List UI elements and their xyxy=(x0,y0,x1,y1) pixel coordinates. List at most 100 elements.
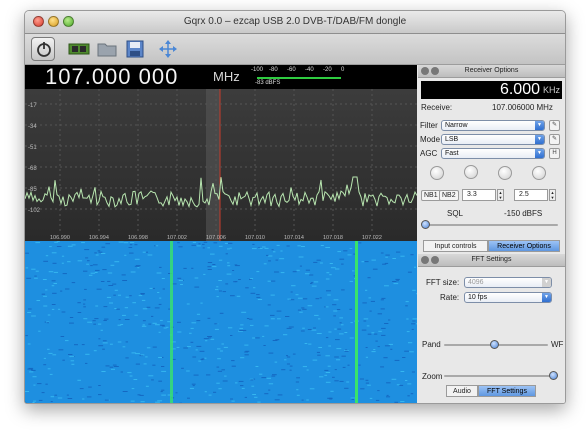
waterfall-speckle xyxy=(62,359,65,361)
waterfall-speckle xyxy=(257,401,261,403)
spectrum-trace xyxy=(25,176,417,209)
save-icon xyxy=(126,40,144,58)
waterfall-speckle xyxy=(313,261,318,263)
waterfall-speckle xyxy=(347,364,350,366)
close-dock-icon[interactable] xyxy=(421,256,429,264)
waterfall-speckle xyxy=(51,280,56,282)
waterfall-speckle xyxy=(69,317,74,318)
tab-fft-settings[interactable]: FFT Settings xyxy=(478,385,536,397)
float-dock-icon[interactable] xyxy=(431,67,439,75)
waterfall-speckle xyxy=(358,242,362,244)
waterfall-speckle xyxy=(328,345,331,347)
waterfall-speckle xyxy=(52,262,57,264)
waterfall-speckle xyxy=(295,381,300,383)
nb2-toggle[interactable]: NB2 xyxy=(439,190,459,201)
waterfall-speckle xyxy=(350,322,353,324)
waterfall-speckle xyxy=(56,241,60,243)
waterfall-speckle xyxy=(158,357,163,358)
waterfall-speckle xyxy=(46,322,50,324)
waterfall-speckle xyxy=(57,397,63,399)
waterfall-speckle xyxy=(158,303,162,305)
title-bar[interactable]: Gqrx 0.0 – ezcap USB 2.0 DVB-T/DAB/FM do… xyxy=(25,11,565,34)
waterfall-speckle xyxy=(277,318,281,320)
waterfall-speckle xyxy=(83,270,88,272)
fft-size-select[interactable]: 4096 ▼ xyxy=(464,277,552,288)
nb1-threshold-stepper[interactable]: ▲ ▼ xyxy=(497,189,504,201)
fullscreen-button[interactable] xyxy=(156,37,180,61)
open-button[interactable] xyxy=(95,37,119,61)
sql-slider-track[interactable] xyxy=(424,224,558,226)
filter-select[interactable]: Narrow ▼ xyxy=(441,120,545,131)
waterfall-speckle xyxy=(385,254,390,256)
waterfall-speckle xyxy=(218,280,222,281)
waterfall-speckle xyxy=(268,352,274,354)
tab-audio[interactable]: Audio xyxy=(446,385,478,397)
waterfall-speckle xyxy=(180,284,183,285)
pand-wf-slider-thumb[interactable] xyxy=(490,340,499,349)
waterfall-speckle xyxy=(377,390,380,392)
tab-receiver-options[interactable]: Receiver Options xyxy=(488,240,560,252)
agc-gain-knob[interactable] xyxy=(532,166,546,180)
filter-width-display[interactable]: 6.000 KHz xyxy=(421,81,562,99)
nb1-toggle[interactable]: NB1 xyxy=(421,190,441,201)
zoom-slider-track[interactable] xyxy=(444,375,558,377)
waterfall-speckle xyxy=(178,246,183,248)
filter-options-button[interactable]: ✎ xyxy=(549,120,560,131)
filter-passband[interactable] xyxy=(206,89,220,241)
waterfall-speckle xyxy=(85,257,89,259)
waterfall-speckle xyxy=(309,388,315,390)
waterfall-speckle xyxy=(334,356,339,358)
save-button[interactable] xyxy=(123,37,147,61)
waterfall-speckle xyxy=(68,354,73,355)
mode-select[interactable]: LSB ▼ xyxy=(441,134,545,145)
fft-settings-header: FFT Settings xyxy=(418,254,565,267)
waterfall-speckle xyxy=(327,294,331,296)
device-config-button[interactable] xyxy=(67,37,91,61)
nb2-threshold-stepper[interactable]: ▲ ▼ xyxy=(549,189,556,201)
waterfall-speckle xyxy=(289,369,292,371)
close-dock-icon[interactable] xyxy=(421,67,429,75)
tab-input-controls[interactable]: Input controls xyxy=(423,240,488,252)
waterfall-speckle xyxy=(373,349,376,350)
waterfall-speckle xyxy=(135,363,140,365)
power-button[interactable] xyxy=(31,37,55,61)
waterfall-speckle xyxy=(273,251,276,253)
waterfall-speckle xyxy=(67,398,73,399)
waterfall-speckle xyxy=(286,363,291,365)
waterfall-speckle xyxy=(302,308,307,310)
spectrum-plot[interactable]: -17-34-51-68-85-102 106.990 106.994 106.99… xyxy=(25,89,417,241)
sql-slider-thumb[interactable] xyxy=(421,220,430,229)
agc-hang-button[interactable]: H xyxy=(549,148,560,159)
frequency-readout[interactable]: 107.000 000 xyxy=(45,65,178,89)
waterfall-speckle xyxy=(302,366,308,368)
waterfall-speckle xyxy=(43,260,49,262)
waterfall-speckle xyxy=(252,394,257,395)
waterfall-speckle xyxy=(415,323,417,325)
mode-options-button[interactable]: ✎ xyxy=(549,134,560,145)
nb2-threshold-input[interactable]: 2.5 xyxy=(514,189,548,201)
meter-tick: -60 xyxy=(287,67,296,73)
waterfall-speckle xyxy=(298,256,304,258)
waterfall-speckle xyxy=(217,370,223,372)
waterfall-speckle xyxy=(262,246,266,248)
float-dock-icon[interactable] xyxy=(431,256,439,264)
waterfall-speckle xyxy=(361,261,365,263)
waterfall-speckle xyxy=(27,368,32,370)
waterfall-speckle xyxy=(71,282,76,284)
waterfall-speckle xyxy=(191,267,194,269)
agc-slope-knob[interactable] xyxy=(464,165,478,179)
agc-decay-knob[interactable] xyxy=(498,166,512,180)
rate-select[interactable]: 10 fps ▼ xyxy=(464,292,552,303)
waterfall-speckle xyxy=(222,291,227,293)
waterfall-speckle xyxy=(219,312,224,314)
waterfall-speckle xyxy=(234,281,238,283)
waterfall-speckle xyxy=(177,242,180,244)
zoom-slider-thumb[interactable] xyxy=(549,371,558,380)
agc-threshold-knob[interactable] xyxy=(430,166,444,180)
waterfall-plot[interactable] xyxy=(25,241,417,403)
waterfall-speckle xyxy=(255,337,260,339)
nb1-threshold-input[interactable]: 3.3 xyxy=(462,189,496,201)
agc-select[interactable]: Fast ▼ xyxy=(441,148,545,159)
waterfall-speckle xyxy=(83,318,88,320)
waterfall-speckle xyxy=(267,280,271,282)
